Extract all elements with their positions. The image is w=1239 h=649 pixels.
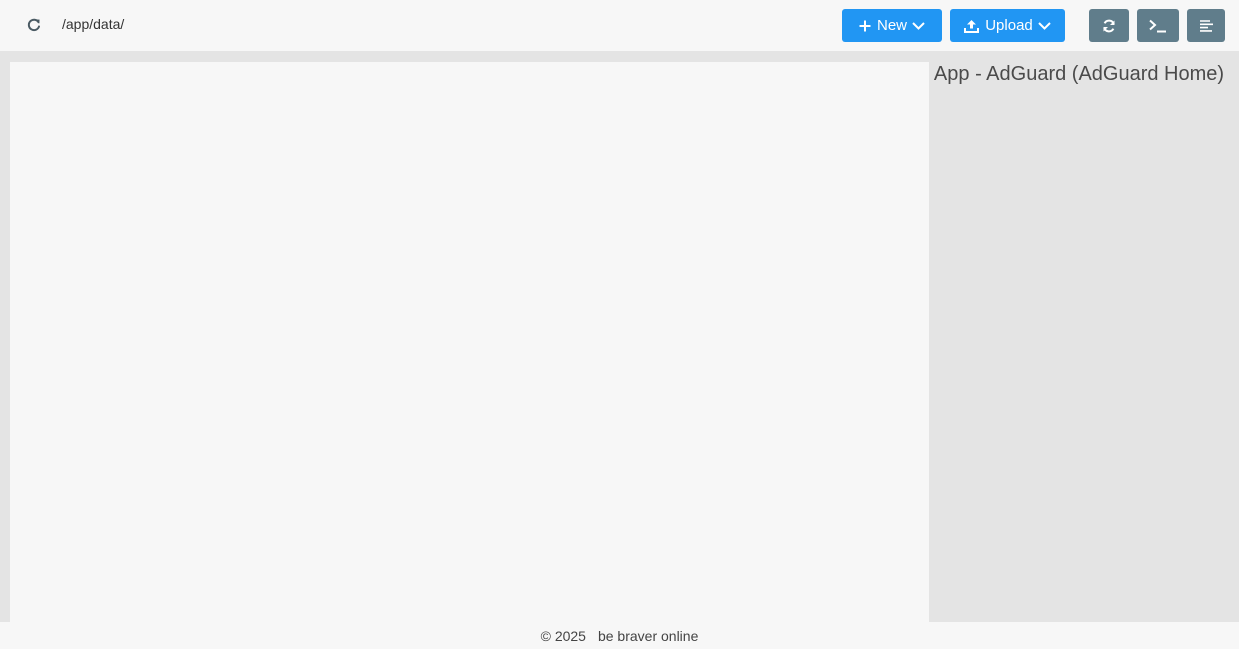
menu-lines-icon (1199, 19, 1213, 32)
footer-site-link[interactable]: be braver online (598, 628, 698, 644)
chevron-down-icon (1038, 21, 1051, 30)
top-toolbar: /app/data/ New Upload (0, 0, 1239, 51)
upload-button[interactable]: Upload (950, 9, 1065, 42)
chevron-down-icon (912, 21, 925, 30)
new-button-label: New (876, 17, 907, 34)
sync-button[interactable] (1089, 9, 1129, 42)
file-list-panel (10, 62, 929, 622)
refresh-icon[interactable] (22, 13, 46, 37)
new-button[interactable]: New (842, 9, 942, 42)
footer-copyright: © 2025 (540, 627, 586, 644)
footer: © 2025 be braver online (0, 622, 1239, 649)
side-panel: App - AdGuard (AdGuard Home) (929, 51, 1239, 622)
sync-icon (1102, 19, 1116, 33)
side-panel-title: App - AdGuard (AdGuard Home) (933, 63, 1225, 85)
upload-button-label: Upload (985, 17, 1033, 34)
upload-icon (964, 19, 980, 33)
current-path: /app/data/ (62, 16, 125, 32)
menu-button[interactable] (1187, 9, 1225, 42)
plus-icon (859, 20, 871, 32)
terminal-icon (1149, 19, 1167, 33)
terminal-button[interactable] (1137, 9, 1179, 42)
